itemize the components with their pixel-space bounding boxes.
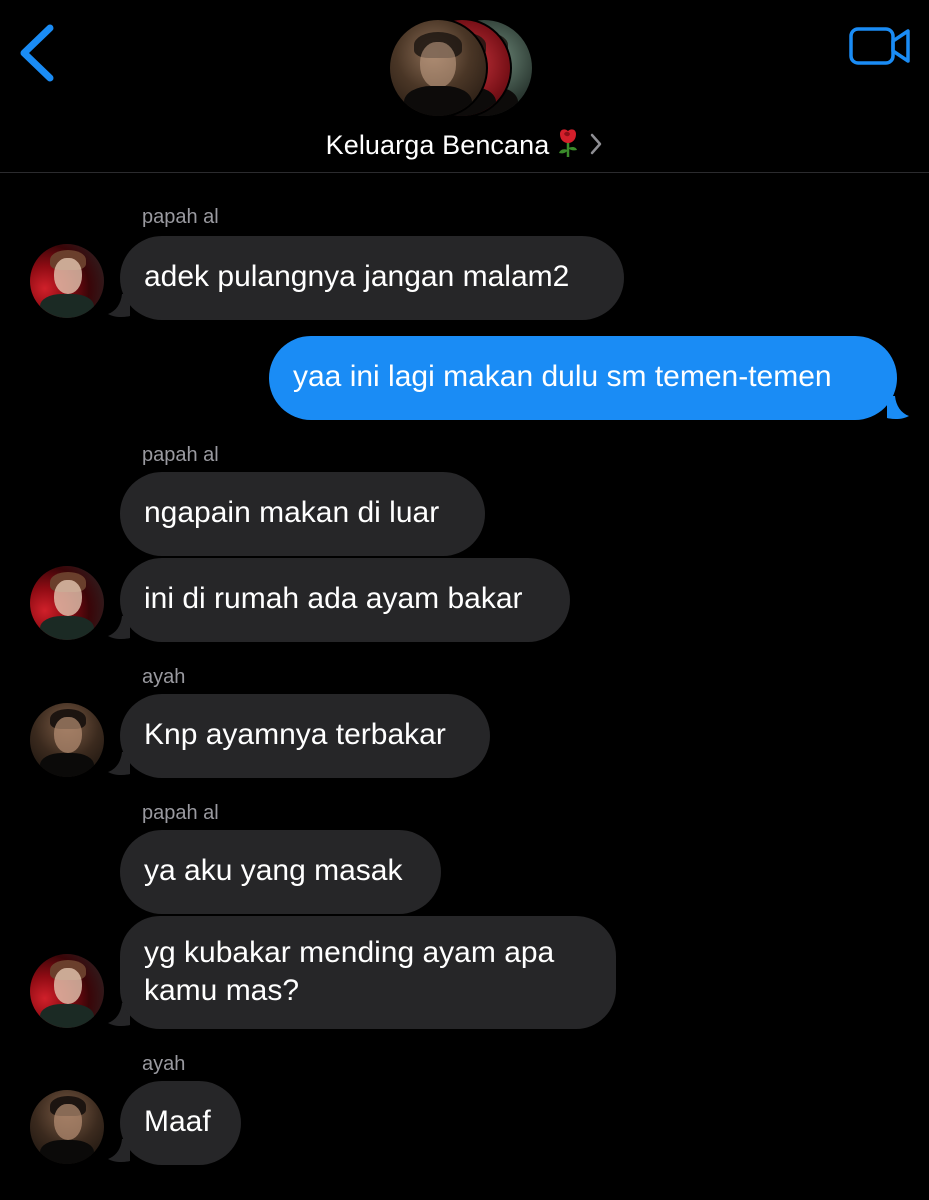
message-bubble-outgoing[interactable]: yaa ini lagi makan dulu sm temen-temen (269, 336, 897, 420)
message-bubble[interactable]: ngapain makan di luar (120, 472, 485, 556)
sender-name: papah al (142, 444, 219, 466)
sender-name: ayah (142, 1053, 186, 1075)
chevron-right-icon (591, 133, 602, 155)
avatar-papah-al[interactable] (30, 954, 104, 1028)
rose-icon (559, 129, 578, 157)
chat-header: Keluarga Bencana (0, 0, 929, 173)
avatar-papah-al[interactable] (30, 244, 104, 318)
group-avatar (388, 18, 488, 118)
group-name-label[interactable]: Keluarga Bencana (326, 130, 550, 160)
avatar-ayah[interactable] (30, 703, 104, 777)
message-bubble[interactable]: adek pulangnya jangan malam2 (120, 236, 624, 320)
message-bubble[interactable]: Knp ayamnya terbakar (120, 694, 490, 778)
avatar-ayah[interactable] (30, 1090, 104, 1164)
video-camera-icon (849, 27, 910, 65)
back-button[interactable] (14, 22, 58, 82)
sender-name: papah al (142, 802, 219, 824)
group-avatar-stack[interactable] (388, 18, 540, 118)
chevron-left-icon (20, 24, 54, 82)
message-bubble[interactable]: yg kubakar mending ayam apa kamu mas? (120, 916, 616, 1029)
message-bubble[interactable]: Maaf (120, 1081, 241, 1165)
message-bubble[interactable]: ini di rumah ada ayam bakar (120, 558, 570, 642)
video-call-button[interactable] (849, 26, 911, 66)
group-title[interactable]: Keluarga Bencana (0, 128, 929, 161)
sender-name: ayah (142, 666, 186, 688)
message-bubble[interactable]: ya aku yang masak (120, 830, 441, 914)
sender-name: papah al (142, 206, 219, 228)
avatar-papah-al[interactable] (30, 566, 104, 640)
